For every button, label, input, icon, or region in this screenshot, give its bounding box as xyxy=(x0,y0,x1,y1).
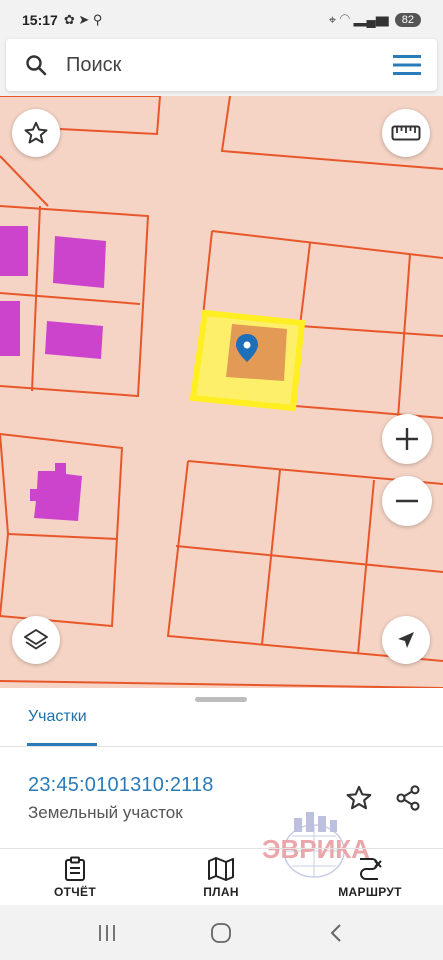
status-bar: 15:17 ✿ ➤ ⚲ ⌖ ◠ ▂▄▆ 82 xyxy=(0,0,443,40)
layers-icon xyxy=(24,629,48,650)
share-icon xyxy=(396,785,420,811)
report-clipboard-icon xyxy=(65,856,85,881)
recent-apps-icon xyxy=(99,924,116,941)
ruler-icon xyxy=(391,125,421,141)
nav-route-label: МАРШРУТ xyxy=(338,884,402,899)
search-input[interactable] xyxy=(66,53,377,77)
search-icon[interactable] xyxy=(6,53,66,77)
minus-icon xyxy=(396,499,418,503)
search-bar xyxy=(6,39,437,91)
notification-icons: ✿ ➤ ⚲ xyxy=(63,12,103,27)
nav-plan[interactable]: ПЛАН xyxy=(186,849,256,905)
nav-report[interactable]: ОТЧЁТ xyxy=(40,849,110,905)
recent-apps-button[interactable] xyxy=(87,913,127,953)
navigation-arrow-icon xyxy=(398,632,414,648)
status-icons: ⌖ ◠ ▂▄▆ xyxy=(328,12,389,27)
my-location-button[interactable] xyxy=(382,616,430,664)
nav-report-label: ОТЧЁТ xyxy=(54,884,96,899)
share-button[interactable] xyxy=(388,778,428,818)
zoom-in-button[interactable] xyxy=(382,414,432,464)
cadastral-map[interactable] xyxy=(0,96,443,688)
back-button[interactable] xyxy=(316,913,356,953)
parcel-type-label: Земельный участок xyxy=(28,803,183,822)
bottom-nav: ОТЧЁТ ПЛАН МАРШРУТ xyxy=(0,849,443,905)
nav-plan-label: ПЛАН xyxy=(203,884,239,899)
sheet-drag-handle[interactable] xyxy=(195,697,247,702)
battery-level: 82 xyxy=(394,13,421,27)
home-icon xyxy=(211,922,232,943)
divider xyxy=(0,746,443,747)
favorites-button[interactable] xyxy=(12,109,60,157)
building xyxy=(0,226,28,276)
nav-route[interactable]: МАРШРУТ xyxy=(330,849,410,905)
selected-building xyxy=(226,324,287,381)
system-navigation-bar xyxy=(0,905,443,960)
route-icon xyxy=(360,857,382,880)
hamburger-menu-icon[interactable] xyxy=(377,54,437,76)
zoom-out-button[interactable] xyxy=(382,476,432,526)
clock: 15:17 xyxy=(22,12,58,28)
ruler-button[interactable] xyxy=(382,109,430,157)
home-button[interactable] xyxy=(201,913,241,953)
back-icon xyxy=(330,923,341,942)
parcel-layer xyxy=(0,96,443,688)
star-icon xyxy=(24,121,48,144)
cadastral-number[interactable]: 23:45:0101310:2118 xyxy=(28,774,214,797)
map-plan-icon xyxy=(208,856,234,881)
parcel-info-sheet: Участки 23:45:0101310:2118 Земельный уча… xyxy=(0,688,443,905)
plus-icon xyxy=(396,428,418,450)
layers-button[interactable] xyxy=(12,616,60,664)
tab-parcels[interactable]: Участки xyxy=(28,708,87,726)
